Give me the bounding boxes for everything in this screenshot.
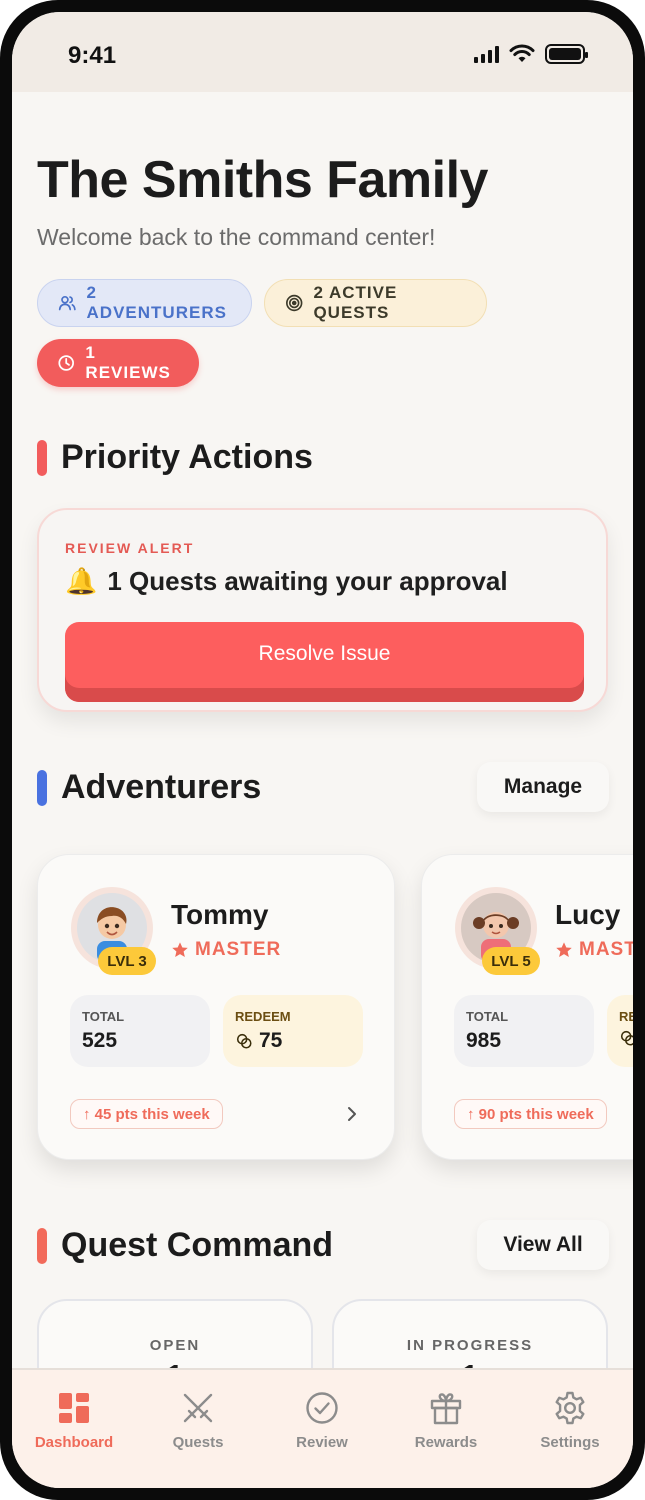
status-time: 9:41: [68, 42, 117, 69]
review-alert-card: REVIEW ALERT 🔔 1 Quests awaiting your ap…: [37, 508, 608, 712]
nav-settings[interactable]: Settings: [510, 1390, 630, 1451]
view-all-button[interactable]: View All: [477, 1220, 609, 1270]
total-label: TOTAL: [466, 1009, 509, 1024]
nav-review[interactable]: Review: [262, 1390, 382, 1451]
nav-label: Dashboard: [34, 1434, 114, 1451]
adventurers-section-accent: [37, 770, 47, 806]
adventurer-rank: MASTER: [171, 939, 281, 961]
rank-label: MASTER: [195, 939, 282, 960]
status-bar: 9:41: [12, 12, 633, 92]
reviews-badge[interactable]: 1 REVIEWS: [37, 339, 199, 387]
target-icon: [286, 294, 303, 312]
cellular-signal-icon: [474, 45, 499, 63]
quest-section-title: Quest Command: [61, 1226, 334, 1264]
dashboard-icon: [59, 1393, 89, 1423]
redeem-label: REDEEM: [619, 1009, 633, 1024]
manage-button[interactable]: Manage: [477, 762, 609, 812]
gear-icon: [555, 1391, 585, 1425]
adventurer-name: Lucy: [555, 899, 621, 930]
adventurers-count-badge[interactable]: 2 ADVENTURERS: [37, 279, 252, 327]
coins-icon: [620, 1030, 633, 1046]
alert-message: 🔔 1 Quests awaiting your approval: [65, 566, 508, 597]
weekly-points-pill: ↑ 90 pts this week: [454, 1099, 607, 1129]
welcome-subtitle: Welcome back to the command center!: [37, 224, 436, 250]
device-frame: 9:41 The Smiths Family Welcome back to t…: [0, 0, 645, 1500]
status-card-label: OPEN: [149, 1337, 201, 1354]
priority-section-title: Priority Actions: [61, 438, 313, 476]
nav-label: Review: [296, 1434, 348, 1451]
star-icon: [556, 942, 572, 958]
page-title: The Smiths Family: [37, 151, 488, 209]
chevron-right-icon[interactable]: [342, 1103, 362, 1125]
redeem-points-stat: REDEEM 75: [223, 995, 363, 1067]
redeem-label: REDEEM: [235, 1009, 291, 1024]
adventurer-card-tommy[interactable]: LVL 3 Tommy MASTER TOTAL 525 REDEEM 75 ↑…: [37, 854, 395, 1160]
redeem-value-row: 75: [235, 1029, 282, 1053]
active-quests-label: 2 ACTIVE QUESTS: [313, 283, 398, 322]
alert-text: 1 Quests awaiting your approval: [107, 566, 508, 596]
adventurer-name: Tommy: [171, 899, 269, 930]
swords-icon: [183, 1393, 213, 1423]
nav-label: Quests: [172, 1434, 224, 1451]
total-value: 985: [466, 1029, 502, 1052]
total-points-stat: TOTAL 985: [454, 995, 594, 1067]
nav-rewards[interactable]: Rewards: [386, 1390, 506, 1451]
adventurer-rank: MASTER: [555, 939, 633, 961]
star-icon: [172, 942, 188, 958]
rank-label: MASTER: [579, 939, 633, 960]
redeem-value: 75: [259, 1029, 283, 1052]
bell-icon: 🔔: [65, 566, 98, 596]
coins-icon: [236, 1033, 252, 1049]
redeem-value-row: [619, 1029, 633, 1047]
active-quests-badge[interactable]: 2 ACTIVE QUESTS: [264, 279, 487, 327]
redeem-points-stat: REDEEM: [607, 995, 633, 1067]
bottom-navigation: Dashboard Quests Review Rewards Settings: [12, 1368, 633, 1488]
battery-icon: [545, 44, 588, 64]
nav-dashboard[interactable]: Dashboard: [14, 1390, 134, 1451]
status-card-label: IN PROGRESS: [406, 1337, 534, 1354]
level-badge: LVL 5: [482, 947, 540, 975]
clock-icon: [58, 355, 74, 371]
weekly-points-pill: ↑ 45 pts this week: [70, 1099, 223, 1129]
reviews-label: 1 REVIEWS: [85, 343, 171, 382]
resolve-issue-button[interactable]: Resolve Issue: [65, 622, 584, 702]
nav-quests[interactable]: Quests: [138, 1390, 258, 1451]
priority-section-accent: [37, 440, 47, 476]
adventurers-count-label: 2 ADVENTURERS: [86, 283, 227, 322]
users-icon: [58, 295, 76, 311]
total-label: TOTAL: [82, 1009, 125, 1024]
adventurer-card-lucy[interactable]: LVL 5 Lucy MASTER TOTAL 985 REDEEM: [421, 854, 633, 1160]
level-badge: LVL 3: [98, 947, 156, 975]
wifi-icon: [509, 44, 535, 62]
total-points-stat: TOTAL 525: [70, 995, 210, 1067]
alert-label: REVIEW ALERT: [65, 540, 195, 556]
total-value: 525: [82, 1029, 118, 1052]
nav-label: Settings: [540, 1434, 600, 1451]
check-circle-icon: [306, 1392, 338, 1424]
gift-icon: [430, 1393, 462, 1425]
nav-label: Rewards: [414, 1434, 478, 1451]
status-icons: [474, 44, 588, 64]
dashboard-content[interactable]: The Smiths Family Welcome back to the co…: [12, 92, 633, 1382]
adventurers-section-title: Adventurers: [61, 768, 262, 806]
app-screen: 9:41 The Smiths Family Welcome back to t…: [12, 12, 633, 1488]
quest-section-accent: [37, 1228, 47, 1264]
